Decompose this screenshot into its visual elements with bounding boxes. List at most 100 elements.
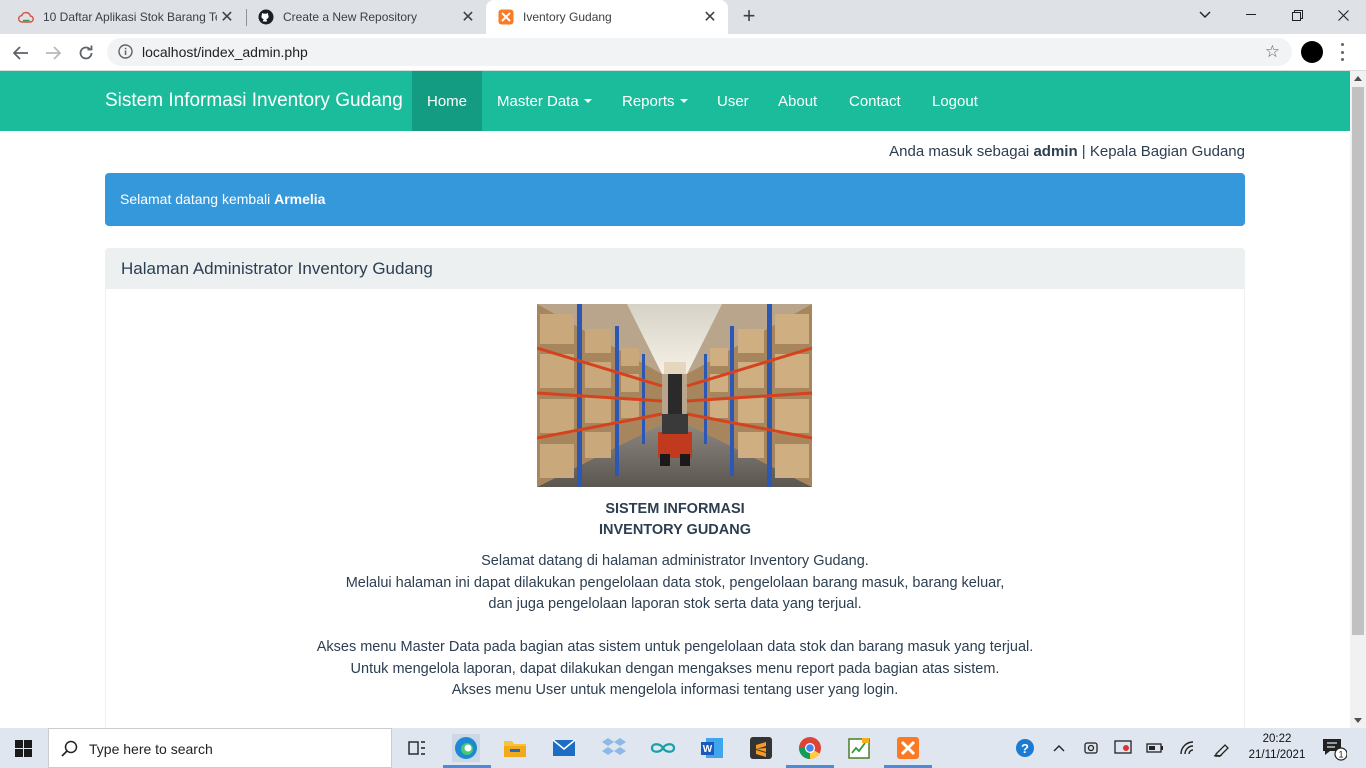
page-viewport: Sistem Informasi Inventory Gudang Home M… <box>0 71 1350 728</box>
close-tab-icon[interactable]: ✕ <box>700 7 720 27</box>
paragraph-line: Akses menu User untuk mengelola informas… <box>451 682 899 698</box>
arduino-icon[interactable] <box>649 734 677 762</box>
close-window-icon[interactable] <box>1320 0 1366 30</box>
page-scrollbar[interactable] <box>1350 71 1366 728</box>
login-username: admin <box>1033 143 1078 160</box>
paragraph-line: Selamat datang di halaman administrator … <box>481 553 869 569</box>
login-prefix: Anda masuk sebagai <box>889 143 1030 160</box>
heading-line: SISTEM INFORMASI <box>605 501 745 517</box>
info-icon[interactable] <box>118 44 133 64</box>
notification-count: 1 <box>1338 750 1343 760</box>
panel-title: Halaman Administrator Inventory Gudang <box>106 249 1244 289</box>
admin-panel: Halaman Administrator Inventory Gudang S… <box>105 248 1245 728</box>
mail-icon[interactable] <box>550 734 578 762</box>
search-icon <box>61 740 78 762</box>
heading-line: INVENTORY GUDANG <box>598 522 751 538</box>
scroll-up-icon[interactable] <box>1354 76 1362 81</box>
nav-master-data[interactable]: Master Data <box>482 71 607 131</box>
paragraph-line: Melalui halaman ini dapat dilakukan peng… <box>345 574 1005 591</box>
nav-about-label: About <box>778 92 818 110</box>
welcome-alert: Selamat datang kembali Armelia <box>105 173 1245 226</box>
scroll-down-icon[interactable] <box>1354 718 1362 723</box>
nav-master-data-label: Master Data <box>497 92 579 110</box>
battery-icon[interactable] <box>1141 734 1169 762</box>
caret-down-icon <box>679 99 688 103</box>
nav-user-label: User <box>717 92 749 110</box>
paragraph-line: Akses menu Master Data pada bagian atas … <box>316 639 1034 655</box>
nav-home[interactable]: Home <box>412 71 483 131</box>
browser-toolbar: localhost/index_admin.php ☆ <box>0 34 1366 71</box>
tray-chevron-up-icon[interactable] <box>1045 734 1073 762</box>
alert-prefix: Selamat datang kembali <box>120 191 271 207</box>
close-tab-icon[interactable]: ✕ <box>217 7 237 27</box>
search-placeholder: Type here to search <box>89 741 213 757</box>
back-icon[interactable] <box>8 40 34 66</box>
clock-time: 20:22 <box>1262 733 1292 745</box>
warehouse-image <box>537 304 812 487</box>
minimize-icon[interactable] <box>1228 0 1274 30</box>
edge-icon[interactable] <box>452 734 480 762</box>
nav-contact[interactable]: Contact <box>834 71 916 131</box>
dropbox-icon[interactable] <box>600 734 628 762</box>
screen-capture-icon[interactable] <box>1109 734 1137 762</box>
nav-logout[interactable]: Logout <box>917 71 993 131</box>
reload-icon[interactable] <box>73 40 99 66</box>
windows-start-icon[interactable] <box>15 740 32 757</box>
nav-home-label: Home <box>427 92 468 110</box>
clock-date: 21/11/2021 <box>1248 749 1306 761</box>
system-heading: SISTEM INFORMASI INVENTORY GUDANG <box>106 499 1244 541</box>
task-view-icon[interactable] <box>403 734 431 762</box>
sublime-text-icon[interactable] <box>747 734 775 762</box>
nav-contact-label: Contact <box>849 92 901 110</box>
pen-ink-icon[interactable] <box>1208 734 1236 762</box>
paragraph-line: dan juga pengelolaan laporan stok serta … <box>488 596 862 612</box>
site-brand[interactable]: Sistem Informasi Inventory Gudang <box>105 90 403 112</box>
browser-tab-active[interactable]: Iventory Gudang ✕ <box>486 0 728 34</box>
xampp-icon <box>498 9 514 25</box>
site-navbar: Sistem Informasi Inventory Gudang Home M… <box>0 71 1350 131</box>
chrome-icon[interactable] <box>796 734 824 762</box>
nav-about[interactable]: About <box>763 71 832 131</box>
guide-paragraph: Akses menu Master Data pada bagian atas … <box>106 637 1244 702</box>
nav-reports[interactable]: Reports <box>607 71 703 131</box>
help-icon[interactable]: ? <box>1011 734 1039 762</box>
windows-taskbar: Type here to search W ? 20:22 21/11/2021… <box>0 728 1366 768</box>
close-tab-icon[interactable]: ✕ <box>458 7 478 27</box>
tab-search-chevron-icon[interactable] <box>1182 0 1228 30</box>
forward-icon[interactable] <box>40 40 66 66</box>
nav-user[interactable]: User <box>702 71 764 131</box>
caret-down-icon <box>583 99 592 103</box>
profile-avatar[interactable] <box>1301 41 1323 63</box>
spreadsheet-icon[interactable] <box>845 734 873 762</box>
svg-text:?: ? <box>1021 741 1029 756</box>
nav-logout-label: Logout <box>932 92 978 110</box>
intro-paragraph: Selamat datang di halaman administrator … <box>106 551 1244 616</box>
restore-icon[interactable] <box>1274 0 1320 30</box>
new-tab-icon[interactable]: + <box>737 4 761 28</box>
word-icon[interactable]: W <box>698 734 726 762</box>
wifi-icon[interactable] <box>1174 734 1202 762</box>
chrome-menu-icon[interactable] <box>1338 43 1346 61</box>
login-status: Anda masuk sebagai admin | Kepala Bagian… <box>889 143 1245 160</box>
file-explorer-icon[interactable] <box>501 734 529 762</box>
login-role: | Kepala Bagian Gudang <box>1081 143 1245 160</box>
xampp-taskbar-icon[interactable] <box>894 734 922 762</box>
svg-text:W: W <box>703 744 713 755</box>
tab-title: Create a New Repository <box>283 10 418 24</box>
meet-now-icon[interactable] <box>1077 734 1105 762</box>
notifications-icon[interactable]: 1 <box>1320 734 1348 762</box>
tab-title: Iventory Gudang <box>523 10 612 24</box>
taskbar-search[interactable]: Type here to search <box>48 728 392 768</box>
address-bar[interactable]: localhost/index_admin.php ☆ <box>107 38 1292 66</box>
github-icon <box>258 9 274 25</box>
alert-name: Armelia <box>274 191 326 207</box>
tab-title: 10 Daftar Aplikasi Stok Barang Te <box>43 10 217 24</box>
tab-strip: 10 Daftar Aplikasi Stok Barang Te ✕ Crea… <box>0 0 1366 34</box>
scrollbar-thumb[interactable] <box>1352 87 1364 635</box>
nav-reports-label: Reports <box>622 92 675 110</box>
browser-tab[interactable]: Create a New Repository ✕ <box>240 0 486 34</box>
taskbar-clock[interactable]: 20:22 21/11/2021 <box>1245 731 1309 763</box>
cloud-icon <box>18 9 34 25</box>
bookmark-star-icon[interactable]: ☆ <box>1265 42 1280 62</box>
browser-tab[interactable]: 10 Daftar Aplikasi Stok Barang Te ✕ <box>0 0 245 34</box>
